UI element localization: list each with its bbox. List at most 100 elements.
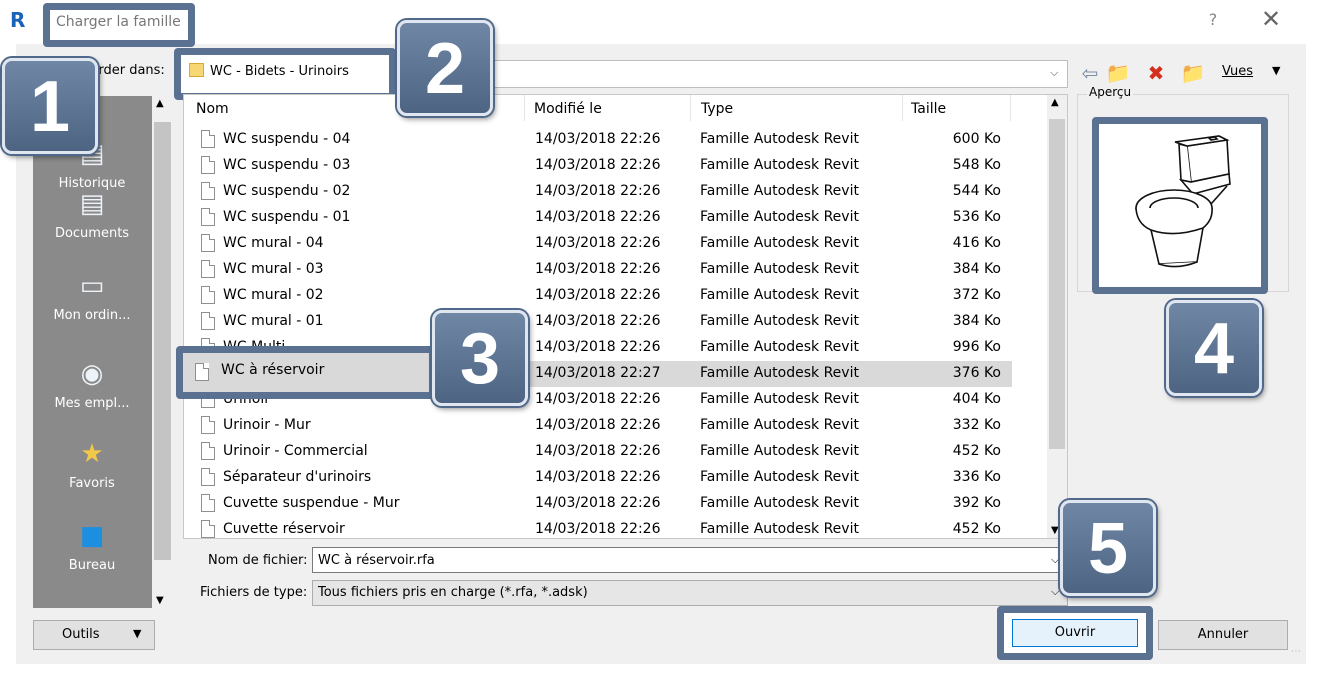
file-size-cell: 336 Ko bbox=[952, 469, 1001, 485]
chevron-down-icon[interactable]: ⌵ bbox=[1051, 553, 1059, 567]
file-date-cell: 14/03/2018 22:26 bbox=[535, 209, 661, 225]
file-row[interactable]: Séparateur d'urinoirs 14/03/2018 22:26 Fam… bbox=[184, 465, 1012, 491]
file-row[interactable]: Urinoir - Commercial 14/03/2018 22:26 Fami… bbox=[184, 439, 1012, 465]
new-folder-icon[interactable]: 📁 bbox=[1180, 61, 1206, 85]
file-date-cell: 14/03/2018 22:26 bbox=[535, 469, 661, 485]
computer-icon: ▭ bbox=[79, 271, 105, 301]
file-date-cell: 14/03/2018 22:26 bbox=[535, 313, 661, 329]
chevron-down-icon[interactable]: ⌵ bbox=[1051, 585, 1059, 599]
file-row[interactable]: WC suspendu - 01 14/03/2018 22:26 Famille … bbox=[184, 205, 1012, 231]
file-size-cell: 452 Ko bbox=[952, 521, 1001, 537]
file-date-cell: 14/03/2018 22:26 bbox=[535, 495, 661, 511]
place-label: Bureau bbox=[68, 558, 116, 573]
revit-app-icon: R bbox=[10, 8, 26, 32]
file-size-cell: 600 Ko bbox=[952, 131, 1001, 147]
file-icon bbox=[201, 494, 215, 512]
file-icon bbox=[195, 363, 209, 381]
place-computer[interactable]: ▭ Mon ordin... bbox=[33, 270, 151, 323]
file-size-cell: 372 Ko bbox=[952, 287, 1001, 303]
file-name-cell: WC suspendu - 04 bbox=[223, 131, 351, 147]
resize-grip-icon[interactable]: ⋯ bbox=[1291, 646, 1301, 657]
scroll-up-icon[interactable]: ▲ bbox=[1051, 97, 1059, 108]
place-desktop[interactable]: ■ Bureau bbox=[33, 520, 151, 573]
file-type-cell: Famille Autodesk Revit bbox=[700, 339, 859, 355]
cancel-button[interactable]: Annuler bbox=[1158, 620, 1288, 650]
column-divider[interactable] bbox=[902, 95, 903, 121]
file-row[interactable]: WC mural - 03 14/03/2018 22:26 Famille Aut… bbox=[184, 257, 1012, 283]
file-type-select[interactable]: Tous fichiers pris en charge (*.rfa, *.a… bbox=[312, 580, 1068, 606]
file-row[interactable]: Urinoir - Mur 14/03/2018 22:26 Famille Aut… bbox=[184, 413, 1012, 439]
caret-down-icon[interactable]: ▼ bbox=[1272, 64, 1280, 77]
views-menu[interactable]: Vues bbox=[1222, 64, 1253, 79]
file-name-cell: Urinoir - Mur bbox=[223, 417, 311, 433]
file-size-cell: 452 Ko bbox=[952, 443, 1001, 459]
file-type-cell: Famille Autodesk Revit bbox=[700, 417, 859, 433]
column-header-modified[interactable]: Modifié le bbox=[534, 101, 602, 117]
file-name-input[interactable] bbox=[312, 547, 1068, 573]
file-name-cell: WC suspendu - 02 bbox=[223, 183, 351, 199]
file-size-cell: 416 Ko bbox=[952, 235, 1001, 251]
file-date-cell: 14/03/2018 22:27 bbox=[535, 365, 661, 381]
file-row[interactable]: WC suspendu - 03 14/03/2018 22:26 Famille … bbox=[184, 153, 1012, 179]
file-row[interactable]: Cuvette suspendue - Mur 14/03/2018 22:26 F… bbox=[184, 491, 1012, 517]
file-icon bbox=[201, 312, 215, 330]
file-type-cell: Famille Autodesk Revit bbox=[700, 443, 859, 459]
column-divider[interactable] bbox=[524, 95, 525, 121]
file-size-cell: 544 Ko bbox=[952, 183, 1001, 199]
file-row[interactable]: Cuvette réservoir 14/03/2018 22:26 Famille… bbox=[184, 517, 1012, 538]
open-button[interactable]: Ouvrir bbox=[1012, 619, 1138, 647]
place-label: Favoris bbox=[69, 476, 115, 491]
column-header-size[interactable]: Taille bbox=[911, 101, 946, 117]
file-name-cell: Séparateur d'urinoirs bbox=[223, 469, 372, 485]
up-folder-icon[interactable]: 📁 bbox=[1105, 61, 1131, 85]
place-favorites[interactable]: ★ Favoris bbox=[33, 438, 151, 491]
column-header-name[interactable]: Nom bbox=[196, 101, 229, 117]
column-divider[interactable] bbox=[1010, 95, 1011, 121]
place-documents[interactable]: ▤ Documents bbox=[33, 188, 151, 241]
column-header-type[interactable]: Type bbox=[701, 101, 733, 117]
file-date-cell: 14/03/2018 22:26 bbox=[535, 235, 661, 251]
file-icon bbox=[201, 182, 215, 200]
scroll-down-icon[interactable]: ▼ bbox=[156, 595, 164, 606]
scrollbar-thumb[interactable] bbox=[154, 122, 171, 560]
file-row[interactable]: WC suspendu - 02 14/03/2018 22:26 Famille … bbox=[184, 179, 1012, 205]
file-row[interactable]: WC mural - 04 14/03/2018 22:26 Famille Aut… bbox=[184, 231, 1012, 257]
file-type-cell: Famille Autodesk Revit bbox=[700, 313, 859, 329]
look-in-current-folder[interactable]: WC - Bidets - Urinoirs bbox=[174, 48, 396, 100]
chevron-down-icon[interactable]: ⌵ bbox=[1050, 66, 1058, 80]
file-row[interactable]: WC mural - 01 14/03/2018 22:26 Famille Aut… bbox=[184, 309, 1012, 335]
place-network[interactable]: ◉ Mes empl... bbox=[33, 358, 151, 411]
step-badge-5: 5 bbox=[1060, 500, 1156, 596]
file-icon bbox=[201, 156, 215, 174]
file-type-cell: Famille Autodesk Revit bbox=[700, 521, 859, 537]
file-date-cell: 14/03/2018 22:26 bbox=[535, 157, 661, 173]
file-row[interactable]: WC mural - 02 14/03/2018 22:26 Famille Aut… bbox=[184, 283, 1012, 309]
selected-file-callout[interactable]: WC à réservoir bbox=[176, 346, 436, 399]
scroll-down-icon[interactable]: ▼ bbox=[1051, 525, 1059, 536]
open-button-callout[interactable]: Ouvrir bbox=[997, 606, 1153, 660]
file-icon bbox=[201, 234, 215, 252]
caret-down-icon[interactable]: ▼ bbox=[133, 627, 141, 640]
column-divider[interactable] bbox=[690, 95, 691, 121]
file-type-cell: Famille Autodesk Revit bbox=[700, 287, 859, 303]
places-scrollbar[interactable]: ▲ ▼ bbox=[152, 96, 173, 608]
file-list-scrollbar[interactable]: ▲ ▼ bbox=[1047, 95, 1067, 538]
file-date-cell: 14/03/2018 22:26 bbox=[535, 261, 661, 277]
network-places-icon: ◉ bbox=[80, 359, 104, 389]
file-size-cell: 548 Ko bbox=[952, 157, 1001, 173]
scroll-up-icon[interactable]: ▲ bbox=[156, 98, 164, 109]
file-list[interactable]: Nom Modifié le Type Taille WC suspendu -… bbox=[183, 94, 1068, 539]
scrollbar-thumb[interactable] bbox=[1049, 119, 1065, 449]
file-icon bbox=[201, 208, 215, 226]
file-date-cell: 14/03/2018 22:26 bbox=[535, 287, 661, 303]
place-label: Documents bbox=[54, 226, 130, 241]
file-date-cell: 14/03/2018 22:26 bbox=[535, 521, 661, 537]
back-arrow-icon[interactable]: ⇦ bbox=[1077, 61, 1103, 85]
file-date-cell: 14/03/2018 22:26 bbox=[535, 417, 661, 433]
help-button[interactable]: ? bbox=[1203, 8, 1223, 32]
close-button[interactable]: ✕ bbox=[1257, 6, 1285, 34]
delete-icon[interactable]: ✖ bbox=[1143, 61, 1169, 85]
file-type-cell: Famille Autodesk Revit bbox=[700, 235, 859, 251]
folder-icon bbox=[189, 63, 204, 77]
file-row[interactable]: WC suspendu - 04 14/03/2018 22:26 Famille … bbox=[184, 127, 1012, 153]
